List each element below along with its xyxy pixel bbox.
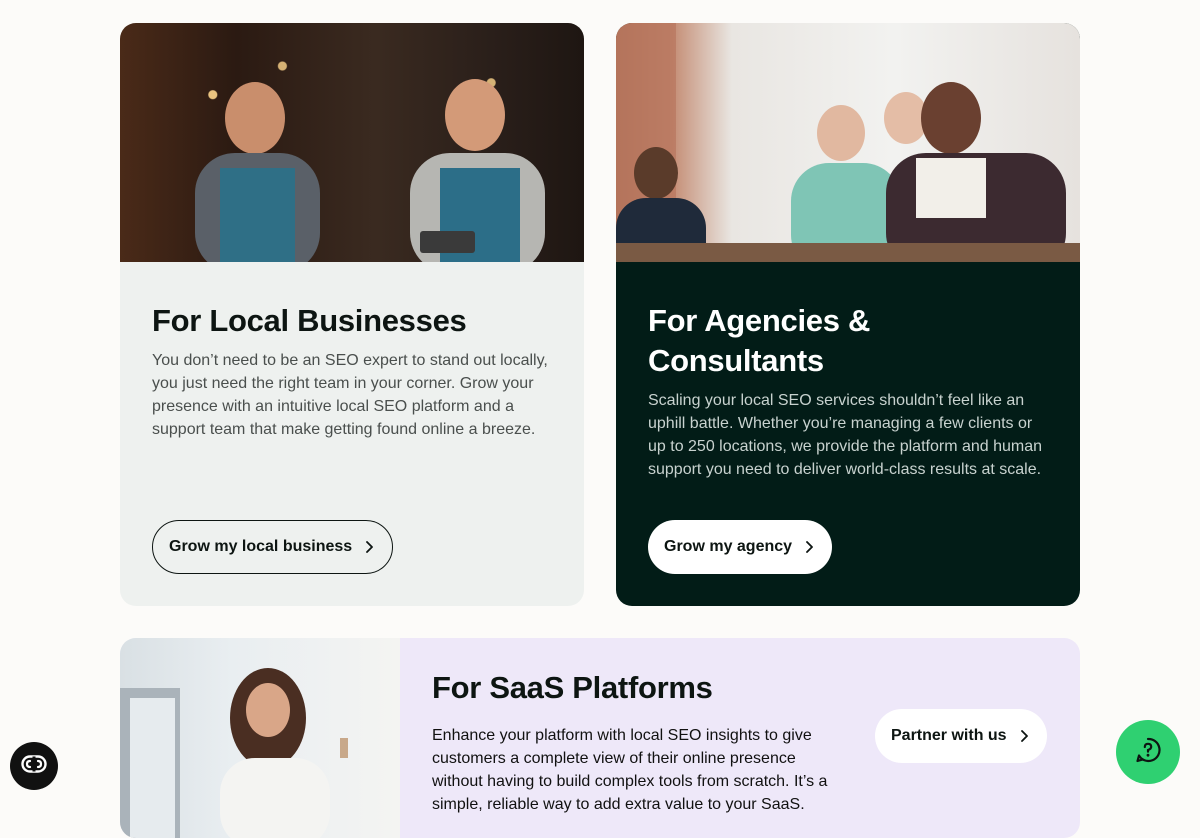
chat-help-icon [1134,736,1162,769]
local-businesses-content: For Local Businesses You don’t need to b… [152,301,552,441]
saas-platforms-photo [120,638,400,838]
accessibility-icon [21,754,47,778]
grow-agency-button[interactable]: Grow my agency [648,520,833,574]
card-title: For SaaS Platforms [432,670,713,705]
partner-with-us-button[interactable]: Partner with us [875,709,1047,763]
shop-owners-image [195,79,545,262]
card-description: Enhance your platform with local SEO ins… [432,727,828,813]
card-description: Scaling your local SEO services shouldn’… [648,392,1043,478]
agencies-photo [616,23,1080,262]
card-description: You don’t need to be an SEO expert to st… [152,352,548,438]
card-title: For Local Businesses [152,303,467,338]
chevron-right-icon [1017,729,1031,743]
team-meeting-image [616,23,1080,262]
woman-at-computer-image [120,668,348,838]
agencies-card: For Agencies & Consultants Scaling your … [616,23,1080,606]
agencies-content: For Agencies & Consultants Scaling your … [648,301,1048,481]
grow-local-business-button[interactable]: Grow my local business [152,520,394,574]
button-label: Grow my agency [664,538,793,555]
chat-help-button[interactable] [1116,720,1180,784]
card-title: For Agencies & Consultants [648,303,871,378]
chevron-right-icon [802,540,816,554]
accessibility-button[interactable] [10,742,58,790]
saas-platforms-content: For SaaS Platforms Enhance your platform… [432,668,842,816]
button-label: Partner with us [891,727,1007,744]
local-businesses-card: For Local Businesses You don’t need to b… [120,23,584,606]
local-businesses-photo [120,23,584,262]
chevron-right-icon [362,540,376,554]
saas-platforms-card: For SaaS Platforms Enhance your platform… [120,638,1080,838]
button-label: Grow my local business [169,538,353,555]
